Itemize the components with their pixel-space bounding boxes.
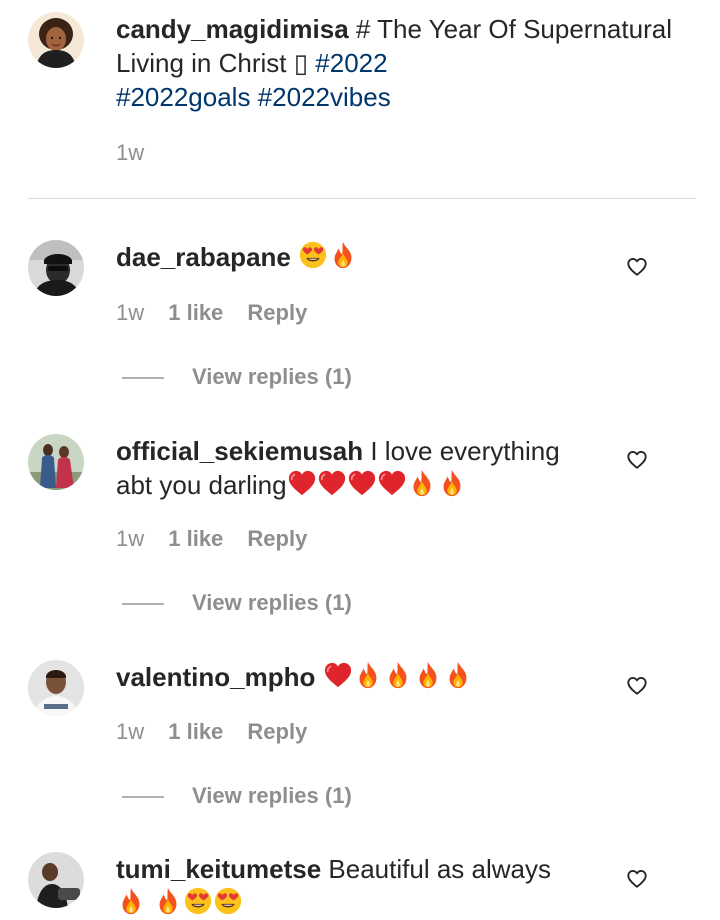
divider <box>28 198 696 199</box>
caption-timestamp: 1w <box>116 140 145 165</box>
hashtag-2022[interactable]: #2022 <box>315 48 387 78</box>
avatar[interactable] <box>28 852 84 908</box>
fire-icon <box>116 886 146 916</box>
fire-icon <box>383 660 413 690</box>
view-replies-label: View replies (1) <box>192 364 352 389</box>
comment-meta: 1w 1 like Reply <box>116 717 325 747</box>
fire-icon <box>407 468 437 498</box>
like-heart-icon[interactable] <box>626 675 648 697</box>
comment-text: official_sekiemusah I love everything ab… <box>116 434 586 502</box>
fire-icon <box>353 660 383 690</box>
smiling-face-with-heart-eyes-icon <box>298 240 328 270</box>
caption-meta: 1w <box>116 138 162 168</box>
reply-button[interactable]: Reply <box>247 719 307 744</box>
view-replies-button[interactable]: View replies (1) <box>122 588 352 618</box>
reply-button[interactable]: Reply <box>247 526 307 551</box>
caption-username[interactable]: candy_magidimisa <box>116 14 349 44</box>
avatar[interactable] <box>28 240 84 296</box>
avatar[interactable] <box>28 660 84 716</box>
replies-divider-line <box>122 796 164 799</box>
like-count[interactable]: 1 like <box>168 526 223 551</box>
comment-text: dae_rabapane <box>116 240 586 274</box>
comment-timestamp: 1w <box>116 526 145 551</box>
avatar[interactable] <box>28 434 84 490</box>
red-heart-icon <box>377 468 407 498</box>
hashtag-2022vibes[interactable]: #2022vibes <box>258 82 391 112</box>
like-heart-icon[interactable] <box>626 449 648 471</box>
profile-photo-icon <box>28 852 84 908</box>
comment-text: tumi_keitumetse Beautiful as always <box>116 852 586 920</box>
hashtag-2022goals[interactable]: #2022goals <box>116 82 250 112</box>
comment-username[interactable]: dae_rabapane <box>116 242 291 272</box>
replies-divider-line <box>122 603 164 606</box>
caption-text: candy_magidimisa # The Year Of Supernatu… <box>116 12 676 114</box>
view-replies-button[interactable]: View replies (1) <box>122 362 352 392</box>
view-replies-button[interactable]: View replies (1) <box>122 781 352 811</box>
smiling-face-with-heart-eyes-icon <box>183 886 213 916</box>
red-heart-icon <box>323 660 353 690</box>
fire-icon <box>443 660 473 690</box>
comment-text: valentino_mpho <box>116 660 586 694</box>
fire-icon <box>437 468 467 498</box>
comment-body: Beautiful as always <box>328 854 551 884</box>
profile-photo-icon <box>28 660 84 716</box>
profile-photo-icon <box>28 434 84 490</box>
reply-button[interactable]: Reply <box>247 300 307 325</box>
red-heart-icon <box>347 468 377 498</box>
unrendered-emoji-glyph: ▯ <box>293 48 309 78</box>
view-replies-label: View replies (1) <box>192 590 352 615</box>
red-heart-icon <box>287 468 317 498</box>
fire-icon <box>328 240 358 270</box>
like-heart-icon[interactable] <box>626 256 648 278</box>
red-heart-icon <box>317 468 347 498</box>
like-count[interactable]: 1 like <box>168 300 223 325</box>
comment-timestamp: 1w <box>116 719 145 744</box>
smiling-face-with-heart-eyes-icon <box>213 886 243 916</box>
profile-photo-icon <box>28 12 84 68</box>
comment-timestamp: 1w <box>116 300 145 325</box>
comment-username[interactable]: official_sekiemusah <box>116 436 363 466</box>
comment-username[interactable]: tumi_keitumetse <box>116 854 321 884</box>
comment-meta: 1w 1 like Reply <box>116 524 325 554</box>
like-heart-icon[interactable] <box>626 868 648 890</box>
comment-username[interactable]: valentino_mpho <box>116 662 315 692</box>
replies-divider-line <box>122 377 164 380</box>
like-count[interactable]: 1 like <box>168 719 223 744</box>
comment-meta: 1w 1 like Reply <box>116 298 325 328</box>
profile-photo-icon <box>28 240 84 296</box>
avatar[interactable] <box>28 12 84 68</box>
fire-icon <box>413 660 443 690</box>
fire-icon <box>153 886 183 916</box>
view-replies-label: View replies (1) <box>192 783 352 808</box>
